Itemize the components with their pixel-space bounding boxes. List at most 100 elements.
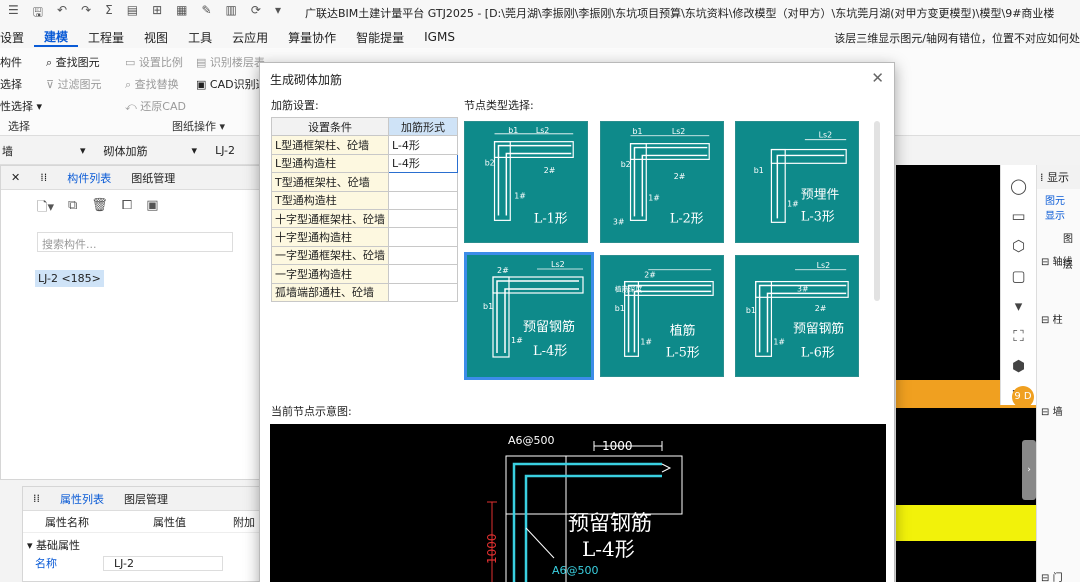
cell-form[interactable] (388, 227, 458, 247)
redo-icon[interactable]: ↷ (81, 3, 91, 24)
table-row[interactable]: L型通构造柱 L-4形 (271, 153, 458, 174)
sum-icon[interactable]: Σ (105, 3, 113, 24)
table-row[interactable]: 十字型通构造柱 (271, 227, 458, 247)
table-icon[interactable]: ▥ (226, 3, 237, 24)
view-3d-icon[interactable]: ▭ (1011, 207, 1025, 225)
tree-group[interactable]: ⊟ 柱 (1037, 309, 1080, 401)
set-ratio-button[interactable]: ▭ 设置比例 (125, 54, 183, 70)
tab-cloud[interactable]: 云应用 (222, 29, 278, 46)
ribbon-prop-select[interactable]: 性选择 ▾ (0, 98, 42, 114)
tab-collab[interactable]: 算量协作 (278, 29, 346, 46)
drag-handle-icon[interactable]: ⁞ (1040, 171, 1044, 184)
table-row[interactable]: 十字型通框架柱、砼墙 (271, 208, 458, 229)
cad-identify-button[interactable]: ▣ CAD识别选 (196, 76, 267, 92)
restore-cad-button[interactable]: ⤺ 还原CAD (125, 98, 186, 114)
identify-layer-button[interactable]: ▤ 识别楼层表 (196, 54, 265, 70)
tree-group[interactable]: ⊟ 墙 (1037, 401, 1080, 567)
cell-form[interactable] (388, 264, 458, 284)
cell-form[interactable] (388, 208, 458, 229)
cell-form[interactable]: L-4形 (388, 153, 458, 174)
box-icon[interactable]: ▢ (1011, 267, 1025, 285)
tab-modeling[interactable]: 建模 (34, 28, 79, 47)
cell-form[interactable] (388, 190, 458, 210)
delete-icon[interactable]: 🗑 (91, 198, 108, 220)
menu-icon[interactable]: ☰ (8, 3, 19, 24)
tab-igms[interactable]: IGMS (414, 30, 465, 44)
axis-marker[interactable]: 9 D (1012, 386, 1034, 408)
find-replace-button[interactable]: ⌕ 查找替换 (125, 76, 179, 92)
drag-handle-icon[interactable]: ⁞⁞ (30, 171, 57, 184)
tab-layer-manage[interactable]: 图层管理 (114, 491, 178, 507)
grid-icon[interactable]: ⊞ (152, 3, 162, 24)
table-row[interactable]: 一字型通框架柱、砼墙 (271, 245, 458, 266)
chevron-down-icon[interactable]: ▾ (1015, 297, 1023, 315)
tab-view[interactable]: 视图 (134, 29, 178, 46)
table-row[interactable]: 孤墙端部通柱、砼墙 (271, 282, 458, 302)
undo-icon[interactable]: ↶ (57, 3, 67, 24)
node-l6-diagram: Ls2 3# 2# b1 1# 预留钢筋 L-6形 (746, 261, 849, 360)
find-element-button[interactable]: ⌕ 查找图元 (46, 54, 100, 70)
tab-tools[interactable]: 工具 (178, 29, 222, 46)
node-option-l6[interactable]: Ls2 3# 2# b1 1# 预留钢筋 L-6形 (735, 255, 859, 377)
node-option-l4[interactable]: Ls2 2# b1 1# 预留钢筋 L-4形 (464, 252, 594, 380)
report-icon[interactable]: ▤ (127, 3, 138, 24)
new-icon[interactable]: 🗋▾ (37, 198, 54, 220)
layer-select[interactable]: 墙 (2, 143, 62, 159)
node-option-l2[interactable]: b1 Ls2 b2 2# 1# 3# L-2形 (600, 121, 724, 243)
node-grid-scrollbar[interactable] (874, 121, 880, 301)
element-select[interactable]: LJ-2 (215, 144, 235, 157)
save-template-icon[interactable]: ▣ (146, 198, 158, 220)
node-mark: b2 (621, 160, 631, 169)
tab-component-list[interactable]: 构件列表 (57, 170, 121, 186)
node-option-l1[interactable]: b1 Ls2 b2 2# 1# L-1形 (464, 121, 588, 243)
tab-quantity[interactable]: 工程量 (78, 29, 134, 46)
tree-group[interactable]: ⊟ 轴线 (1037, 251, 1080, 309)
orbit-icon[interactable]: ◯ (1010, 177, 1027, 195)
save-icon[interactable]: 🖫 (33, 3, 43, 24)
tab-settings[interactable]: 设置 (0, 29, 34, 46)
ribbon-component[interactable]: 构件 (0, 54, 22, 70)
table-row[interactable]: T型通框架柱、砼墙 (271, 172, 458, 192)
drag-handle-icon[interactable]: ⁞⁞ (23, 492, 50, 505)
tree-group[interactable]: ⊟ 门 (1037, 567, 1080, 582)
frame-icon[interactable]: ⛶ (1013, 327, 1024, 345)
node-option-l3[interactable]: Ls2 b1 1# 预埋件 L-3形 (735, 121, 859, 243)
expand-handle[interactable]: › (1022, 440, 1036, 500)
replace-icon: ⌕ (125, 78, 135, 91)
cell-form[interactable]: L-4形 (388, 135, 458, 155)
display-sub-tab[interactable]: 图元显示 (1037, 189, 1080, 225)
cell-form[interactable] (388, 245, 458, 266)
tab-smart[interactable]: 智能提量 (346, 29, 414, 46)
search-input[interactable]: 搜索构件... (37, 232, 233, 252)
table-row[interactable]: T型通构造柱 (271, 190, 458, 210)
copy-icon[interactable]: ⧉ (68, 198, 77, 220)
property-group[interactable]: ▾ 基础属性 (23, 533, 269, 553)
table-row[interactable]: L型通框架柱、砼墙 L-4形 (271, 135, 458, 155)
tab-property-list[interactable]: 属性列表 (50, 491, 114, 507)
list-item[interactable]: LJ-2 <185> (35, 270, 104, 287)
node-option-l5[interactable]: 植筋深度 2# b1 1# 植筋 L-5形 (600, 255, 724, 377)
notice-text[interactable]: 该层三维显示图元/轴网有错位，位置不对应如何处 (834, 30, 1080, 46)
cube-icon[interactable]: ⬡ (1012, 237, 1025, 255)
close-icon[interactable]: ✕ (871, 69, 884, 87)
ribbon-select[interactable]: 选择 (0, 76, 22, 92)
node-mark: 2# (497, 266, 509, 275)
refresh-icon[interactable]: ⟳ (251, 3, 261, 24)
type-select[interactable]: 砌体加筋 (104, 143, 174, 159)
hex-icon[interactable]: ⬢ (1012, 357, 1025, 375)
cell-form[interactable] (388, 172, 458, 192)
dropdown-icon[interactable]: ▾ (275, 3, 281, 24)
col-prop-value: 属性值 (153, 515, 186, 529)
prop-name-value[interactable]: LJ-2 (103, 555, 223, 571)
node-mark: Ls2 (817, 261, 830, 270)
table-row[interactable]: 一字型通构造柱 (271, 264, 458, 284)
tab-drawing-manage[interactable]: 图纸管理 (121, 170, 185, 186)
layout-icon[interactable]: ▦ (176, 3, 187, 24)
edit-icon[interactable]: ✎ (201, 3, 211, 24)
filter-element-button[interactable]: ⊽ 过滤图元 (46, 76, 102, 92)
tree-group[interactable]: 图层 (1037, 225, 1080, 271)
group-drawing-label[interactable]: 图纸操作 ▾ (172, 118, 225, 134)
close-icon[interactable]: ✕ (1, 171, 30, 184)
layer-copy-icon[interactable]: ⧠ (122, 198, 132, 220)
cell-form[interactable] (388, 282, 458, 302)
